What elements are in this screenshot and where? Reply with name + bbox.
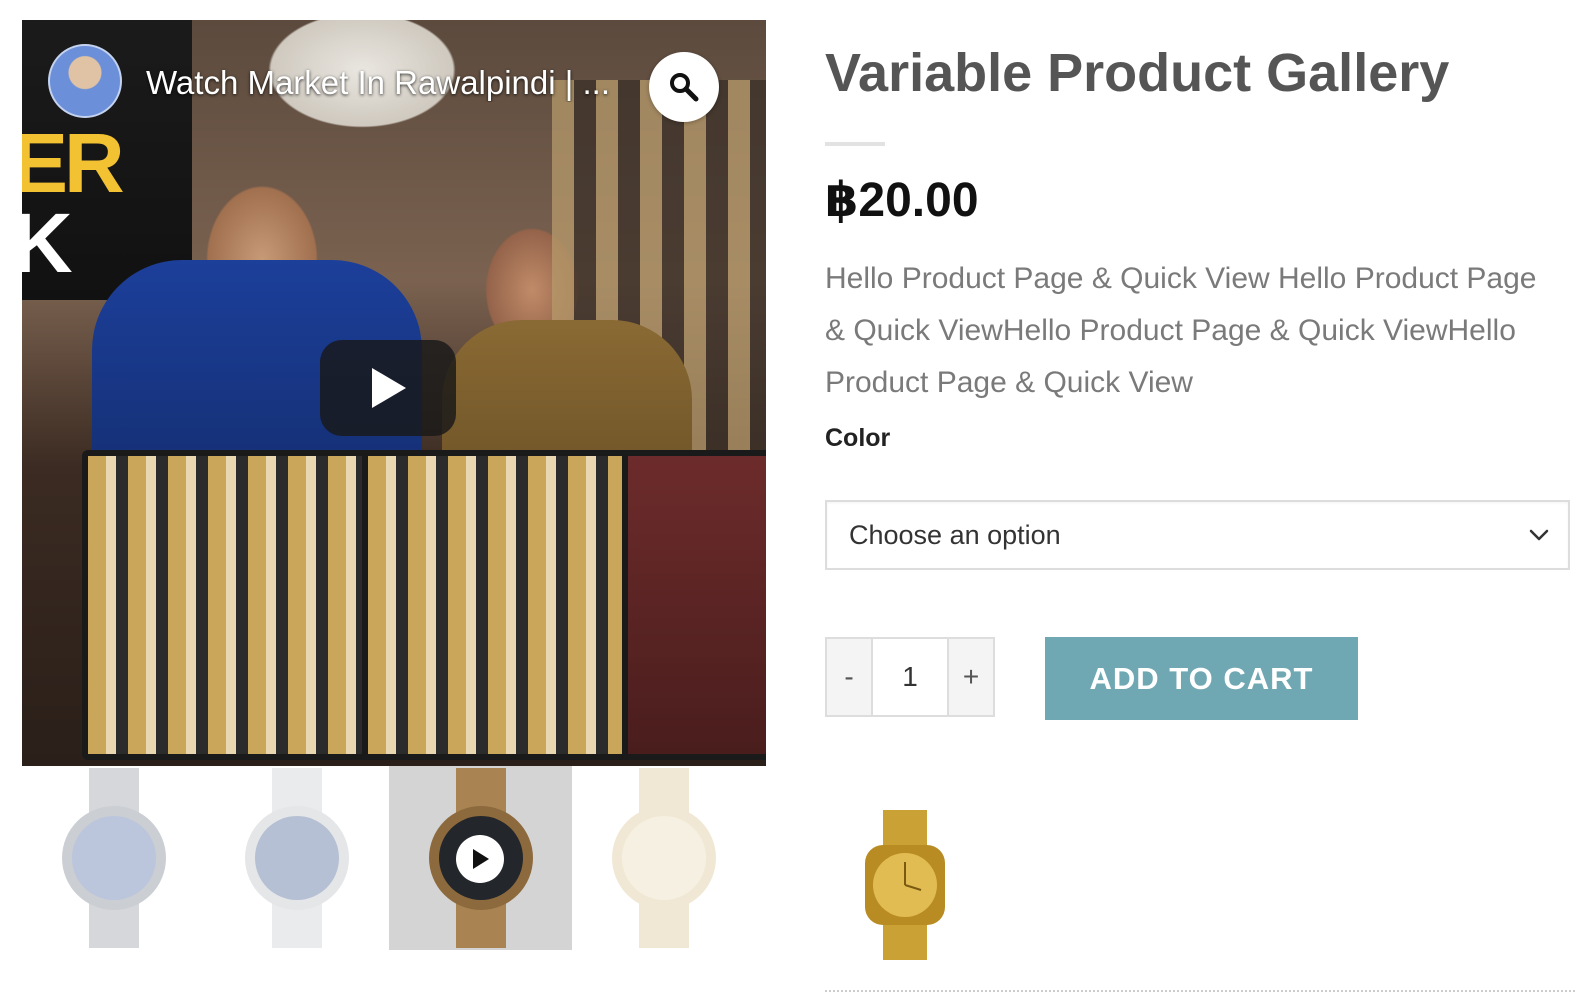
video-overlay-text: K	[22, 196, 73, 290]
product-price: ฿20.00	[825, 174, 979, 227]
variation-watch-image	[865, 810, 945, 960]
quantity-plus-button[interactable]: +	[949, 639, 993, 715]
product-video[interactable]: ER K Watch Market In Rawalpindi | ...	[22, 20, 766, 766]
gallery-thumbnail[interactable]	[572, 766, 755, 950]
play-icon	[473, 849, 489, 869]
channel-avatar[interactable]	[48, 44, 122, 118]
video-watch-case	[362, 450, 642, 760]
zoom-button[interactable]	[649, 52, 719, 122]
gallery-thumbnail[interactable]	[205, 766, 388, 950]
quantity-minus-button[interactable]: -	[827, 639, 871, 715]
chevron-down-icon	[1529, 529, 1549, 541]
quantity-stepper: - 1 +	[825, 637, 995, 717]
video-watch-case	[622, 450, 766, 760]
product-title: Variable Product Gallery	[825, 43, 1450, 103]
watch-silver-mesh-icon	[61, 768, 166, 948]
thumbnail-play-button[interactable]	[456, 835, 504, 883]
gallery-thumbnail-active[interactable]	[389, 766, 572, 950]
title-divider	[825, 142, 885, 146]
color-label: Color	[825, 424, 891, 452]
play-icon	[372, 368, 406, 408]
video-title[interactable]: Watch Market In Rawalpindi | ...	[146, 64, 646, 102]
video-watch-case	[82, 450, 372, 760]
gallery-thumbnail[interactable]	[22, 766, 205, 950]
watch-gold-icon	[611, 768, 716, 948]
quantity-input[interactable]: 1	[871, 639, 949, 715]
color-select[interactable]: Choose an option	[825, 500, 1570, 570]
add-to-cart-button[interactable]: ADD TO CART	[1045, 637, 1358, 720]
product-description: Hello Product Page & Quick View Hello Pr…	[825, 262, 1537, 399]
play-button[interactable]	[320, 340, 456, 436]
section-divider	[825, 990, 1575, 992]
search-icon	[670, 73, 699, 102]
watch-silver-icon	[244, 768, 349, 948]
color-select-value: Choose an option	[849, 520, 1061, 550]
